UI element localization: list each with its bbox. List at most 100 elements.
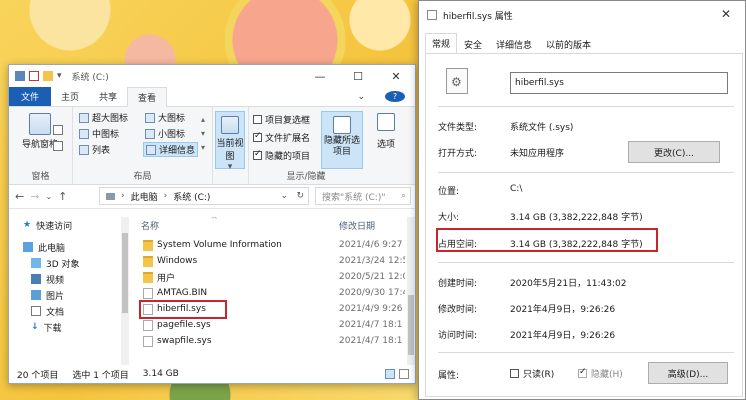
file-name-field[interactable]: hiberfil.sys: [510, 72, 728, 94]
modified-label: 修改时间:: [438, 305, 478, 315]
location-value: C:\: [510, 184, 523, 194]
nav-item-this-pc[interactable]: 此电脑: [9, 239, 119, 255]
drive-icon: [106, 192, 115, 200]
search-placeholder: 搜索"系统 (C:)": [322, 192, 386, 203]
address-dropdown-icon[interactable]: ⌄: [280, 191, 288, 201]
recent-locations-button[interactable]: ⌄: [45, 192, 52, 201]
table-row[interactable]: System Volume Information 2021/4/6 9:27: [135, 237, 403, 253]
created-value: 2020年5月21日，11:43:02: [510, 279, 627, 289]
table-row[interactable]: AMTAG.BIN 2020/9/30 17:4: [135, 285, 405, 301]
nav-item-quick-access[interactable]: ★ 快速访问: [9, 217, 119, 233]
change-button[interactable]: 更改(C)...: [628, 141, 720, 163]
help-button[interactable]: ?: [375, 87, 415, 106]
table-row[interactable]: 用户 2020/5/21 12:0: [135, 269, 405, 285]
collapse-ribbon-icon[interactable]: ⌄: [347, 87, 375, 106]
tab-share[interactable]: 共享: [89, 87, 127, 106]
folder-icon: [143, 255, 153, 267]
file-scrollbar[interactable]: [407, 217, 415, 365]
layout-details[interactable]: 详细信息: [143, 142, 199, 157]
file-type-label: 文件类型:: [438, 123, 478, 133]
open-with-value: 未知应用程序: [510, 149, 565, 159]
nav-item-videos[interactable]: 视频: [9, 271, 119, 287]
hidden-checkbox[interactable]: 隐藏(H): [578, 367, 623, 380]
nav-scrollbar[interactable]: [121, 217, 129, 365]
table-row[interactable]: pagefile.sys 2021/4/7 18:1: [135, 317, 403, 333]
large-icons-view-icon[interactable]: [399, 369, 409, 379]
document-icon: [31, 306, 41, 316]
minimize-button[interactable]: —: [301, 65, 339, 87]
tab-view[interactable]: 查看: [127, 87, 168, 107]
hide-selected-label: 隐藏所选项目: [323, 136, 360, 157]
hidden-items-toggle[interactable]: 隐藏的项目: [253, 149, 310, 162]
details-view-icon[interactable]: [385, 369, 395, 379]
nav-item-documents[interactable]: 文档: [9, 303, 119, 319]
tab-details[interactable]: 详细信息: [489, 35, 539, 53]
tab-file[interactable]: 文件: [9, 87, 52, 106]
advanced-button[interactable]: 高级(D)...: [648, 362, 728, 384]
divider: [438, 262, 734, 263]
details-pane-icon[interactable]: [53, 141, 63, 152]
tab-previous-versions[interactable]: 以前的版本: [539, 35, 598, 53]
tab-general[interactable]: 常规: [425, 33, 458, 53]
maximize-button[interactable]: ☐: [339, 65, 377, 87]
layout-extra-large[interactable]: 超大图标: [79, 111, 128, 124]
nav-item-3d-objects[interactable]: 3D 对象: [9, 255, 119, 271]
current-view-chevron-icon: ▾: [227, 162, 233, 172]
sort-indicator-icon: ^: [211, 217, 218, 224]
title-bar: ▾ 系统 (C:) — ☐ ✕: [9, 65, 415, 87]
show-hide-group: 项目复选框 文件扩展名 隐藏的项目 隐藏所选项目 选项 显示/隐藏: [249, 107, 415, 184]
ribbon-view: 导航窗格 窗格 超大图标 大图标 中图标 小图标 列表 详细信息 ▴ ▾ ▾ 布局 …: [9, 107, 415, 185]
layout-large[interactable]: 大图标: [145, 111, 185, 124]
item-checkbox-check[interactable]: [253, 115, 262, 124]
current-view-button[interactable]: 当前视图 ▾: [215, 111, 245, 172]
nav-scroll-thumb[interactable]: [122, 233, 128, 313]
up-button[interactable]: ↑: [58, 190, 67, 203]
breadcrumb-separator-icon: ›: [121, 191, 125, 201]
layout-medium[interactable]: 中图标: [79, 127, 119, 140]
layout-list[interactable]: 列表: [79, 143, 110, 156]
breadcrumb-this-pc[interactable]: 此电脑: [131, 190, 158, 203]
navigation-pane: ★ 快速访问 此电脑 3D 对象 视频 图片 文档 ↓ 下载: [9, 217, 119, 367]
nav-item-downloads[interactable]: ↓ 下载: [9, 319, 119, 335]
forward-button[interactable]: →: [30, 190, 39, 203]
created-label: 创建时间:: [438, 279, 478, 289]
nav-item-pictures[interactable]: 图片: [9, 287, 119, 303]
refresh-icon[interactable]: ↻: [296, 191, 304, 201]
back-button[interactable]: ←: [15, 190, 24, 203]
new-folder-icon[interactable]: [43, 71, 53, 81]
close-icon[interactable]: ✕: [721, 7, 731, 21]
file-explorer-window: ▾ 系统 (C:) — ☐ ✕ 文件 主页 共享 查看 ⌄ ? 导航窗格 窗格 …: [8, 64, 416, 384]
file-ext-toggle[interactable]: 文件扩展名: [253, 131, 310, 144]
hidden-items-check[interactable]: [253, 149, 262, 160]
address-bar-row: ← → ⌄ ↑ › 此电脑 › 系统 (C:) ⌄ ↻ 搜索"系统 (C:)" …: [9, 185, 415, 209]
file-scroll-thumb[interactable]: [408, 295, 414, 355]
file-list: 名称 ^ 修改日期 System Volume Information 2021/…: [135, 217, 405, 367]
attributes-label: 属性:: [438, 371, 460, 381]
options-button[interactable]: 选项: [369, 113, 403, 150]
layout-small[interactable]: 小图标: [145, 127, 185, 140]
address-field[interactable]: › 此电脑 › 系统 (C:) ⌄ ↻: [99, 187, 309, 205]
search-input[interactable]: 搜索"系统 (C:)" ⌕: [315, 187, 411, 205]
layout-scroll-icons[interactable]: ▴ ▾ ▾: [201, 113, 205, 155]
hide-selected-button[interactable]: 隐藏所选项目: [321, 111, 363, 169]
table-row[interactable]: Windows 2021/3/24 12:5: [135, 253, 405, 269]
selected-count: 选中 1 个项目: [72, 370, 129, 381]
properties-icon[interactable]: [29, 71, 39, 81]
current-view-icon: [221, 116, 239, 134]
pane-group: 导航窗格 窗格: [9, 107, 73, 184]
item-checkbox-toggle[interactable]: 项目复选框: [253, 113, 310, 126]
tab-security[interactable]: 安全: [457, 35, 489, 53]
table-row[interactable]: swapfile.sys 2021/4/7 18:1: [135, 333, 403, 349]
column-date-header[interactable]: 修改日期: [339, 219, 375, 232]
file-ext-check[interactable]: [253, 131, 262, 142]
preview-pane-icon[interactable]: [53, 125, 63, 136]
quick-access-chevron-icon[interactable]: ▾: [57, 71, 62, 81]
status-bar: 20 个项目 选中 1 个项目 3.14 GB: [9, 365, 415, 383]
close-button[interactable]: ✕: [377, 65, 415, 87]
column-name-header[interactable]: 名称: [141, 219, 159, 232]
breadcrumb-drive[interactable]: 系统 (C:): [173, 190, 210, 203]
selected-size: 3.14 GB: [142, 369, 179, 379]
accessed-value: 2021年4月9日，9:26:26: [510, 331, 616, 341]
tab-home[interactable]: 主页: [51, 87, 89, 106]
readonly-checkbox[interactable]: 只读(R): [510, 367, 554, 380]
